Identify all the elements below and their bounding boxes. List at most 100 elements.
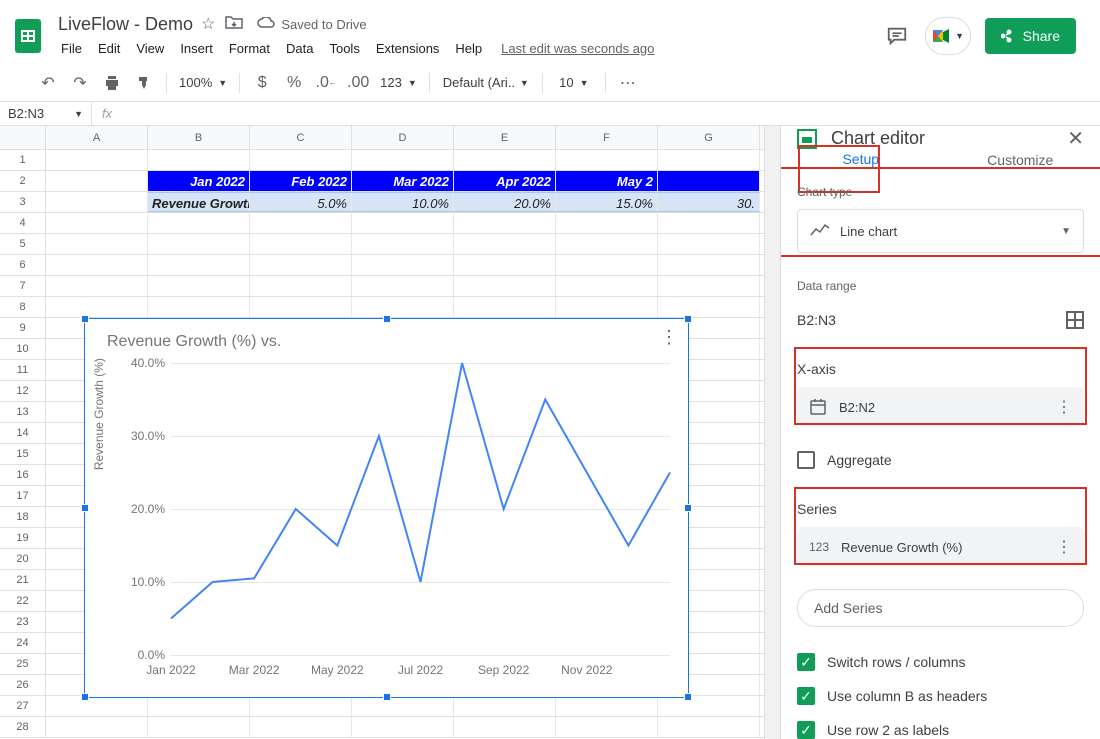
move-icon[interactable]	[225, 14, 243, 35]
row-header[interactable]: 1	[0, 150, 46, 170]
cell[interactable]: Revenue Growth (%)	[148, 192, 250, 212]
share-button[interactable]: Share	[985, 18, 1076, 54]
cell[interactable]	[454, 717, 556, 737]
select-range-icon[interactable]	[1066, 311, 1084, 329]
cell[interactable]: 20.0%	[454, 192, 556, 212]
increase-decimal-icon[interactable]: .00	[344, 69, 372, 97]
col-header[interactable]: F	[556, 126, 658, 149]
cell[interactable]	[658, 234, 760, 254]
row-header[interactable]: 19	[0, 528, 46, 548]
cell[interactable]	[454, 150, 556, 170]
row-header[interactable]: 20	[0, 549, 46, 569]
cell[interactable]	[658, 717, 760, 737]
percent-icon[interactable]: %	[280, 69, 308, 97]
currency-icon[interactable]: $	[248, 69, 276, 97]
decrease-decimal-icon[interactable]: .0←	[312, 69, 340, 97]
cell[interactable]	[46, 297, 148, 317]
cell[interactable]	[46, 171, 148, 191]
cell[interactable]	[454, 234, 556, 254]
col-header[interactable]: C	[250, 126, 352, 149]
more-icon[interactable]: ⋯	[614, 69, 642, 97]
row-header[interactable]: 4	[0, 213, 46, 233]
chart-type-select[interactable]: Line chart▼	[797, 209, 1084, 253]
cell[interactable]	[250, 276, 352, 296]
cell[interactable]	[658, 255, 760, 275]
cell[interactable]	[148, 297, 250, 317]
col-header[interactable]: G	[658, 126, 760, 149]
cell[interactable]	[658, 213, 760, 233]
cell[interactable]	[556, 297, 658, 317]
cell[interactable]	[352, 150, 454, 170]
cell[interactable]	[658, 150, 760, 170]
cell[interactable]: May 2	[556, 171, 658, 191]
row-header[interactable]: 13	[0, 402, 46, 422]
star-icon[interactable]: ☆	[201, 14, 215, 34]
row-header[interactable]: 23	[0, 612, 46, 632]
row-header[interactable]: 24	[0, 633, 46, 653]
menu-extensions[interactable]: Extensions	[369, 37, 447, 60]
cell[interactable]	[148, 234, 250, 254]
menu-file[interactable]: File	[54, 37, 89, 60]
cell[interactable]	[556, 276, 658, 296]
cell[interactable]	[556, 696, 658, 716]
close-icon[interactable]: ✕	[1067, 126, 1084, 151]
data-range-value[interactable]: B2:N3	[797, 312, 836, 328]
aggregate-checkbox[interactable]	[797, 451, 815, 469]
menu-view[interactable]: View	[129, 37, 171, 60]
cell[interactable]	[46, 255, 148, 275]
row-header[interactable]: 28	[0, 717, 46, 737]
row-header[interactable]: 26	[0, 675, 46, 695]
font-size-dropdown[interactable]: 10▼	[551, 70, 597, 96]
cell[interactable]	[148, 150, 250, 170]
cell[interactable]	[250, 297, 352, 317]
vertical-scrollbar[interactable]	[764, 126, 780, 739]
row-header[interactable]: 2	[0, 171, 46, 191]
col-header[interactable]: D	[352, 126, 454, 149]
cell[interactable]	[46, 276, 148, 296]
cell[interactable]	[454, 696, 556, 716]
row-header[interactable]: 8	[0, 297, 46, 317]
cell[interactable]	[352, 696, 454, 716]
row-header[interactable]: 3	[0, 192, 46, 212]
cell[interactable]: 15.0%	[556, 192, 658, 212]
cell[interactable]	[46, 717, 148, 737]
row-header[interactable]: 10	[0, 339, 46, 359]
row-header[interactable]: 27	[0, 696, 46, 716]
row-header[interactable]: 12	[0, 381, 46, 401]
zoom-dropdown[interactable]: 100%▼	[175, 70, 231, 96]
series-pill[interactable]: 123 Revenue Growth (%)⋮	[797, 527, 1084, 567]
menu-data[interactable]: Data	[279, 37, 320, 60]
cell[interactable]	[658, 297, 760, 317]
menu-insert[interactable]: Insert	[173, 37, 220, 60]
undo-icon[interactable]: ↶	[34, 69, 62, 97]
cell[interactable]: Mar 2022	[352, 171, 454, 191]
row-header[interactable]: 9	[0, 318, 46, 338]
meet-button[interactable]: ▼	[925, 17, 971, 55]
chart-menu-icon[interactable]: ⋮	[660, 327, 678, 348]
col-header[interactable]: A	[46, 126, 148, 149]
cell[interactable]	[46, 192, 148, 212]
redo-icon[interactable]: ↷	[66, 69, 94, 97]
row-header[interactable]: 15	[0, 444, 46, 464]
cell[interactable]	[46, 150, 148, 170]
row-header[interactable]: 7	[0, 276, 46, 296]
add-series-button[interactable]: Add Series	[797, 589, 1084, 627]
cell[interactable]	[250, 255, 352, 275]
cell[interactable]	[556, 150, 658, 170]
x-axis-pill[interactable]: B2:N2⋮	[797, 387, 1084, 427]
print-icon[interactable]	[98, 69, 126, 97]
tab-customize[interactable]: Customize	[941, 151, 1100, 169]
cell[interactable]	[148, 255, 250, 275]
menu-help[interactable]: Help	[448, 37, 489, 60]
cell[interactable]	[250, 234, 352, 254]
col-header[interactable]: E	[454, 126, 556, 149]
switch-rows-checkbox[interactable]	[797, 653, 815, 671]
tab-setup[interactable]: Setup	[781, 151, 941, 169]
chart-object[interactable]: ⋮ Revenue Growth (%) vs. Revenue Growth …	[84, 318, 689, 698]
row-header[interactable]: 5	[0, 234, 46, 254]
cell[interactable]	[352, 213, 454, 233]
row-header[interactable]: 22	[0, 591, 46, 611]
col-header[interactable]: B	[148, 126, 250, 149]
cell[interactable]	[352, 276, 454, 296]
row-header[interactable]: 21	[0, 570, 46, 590]
